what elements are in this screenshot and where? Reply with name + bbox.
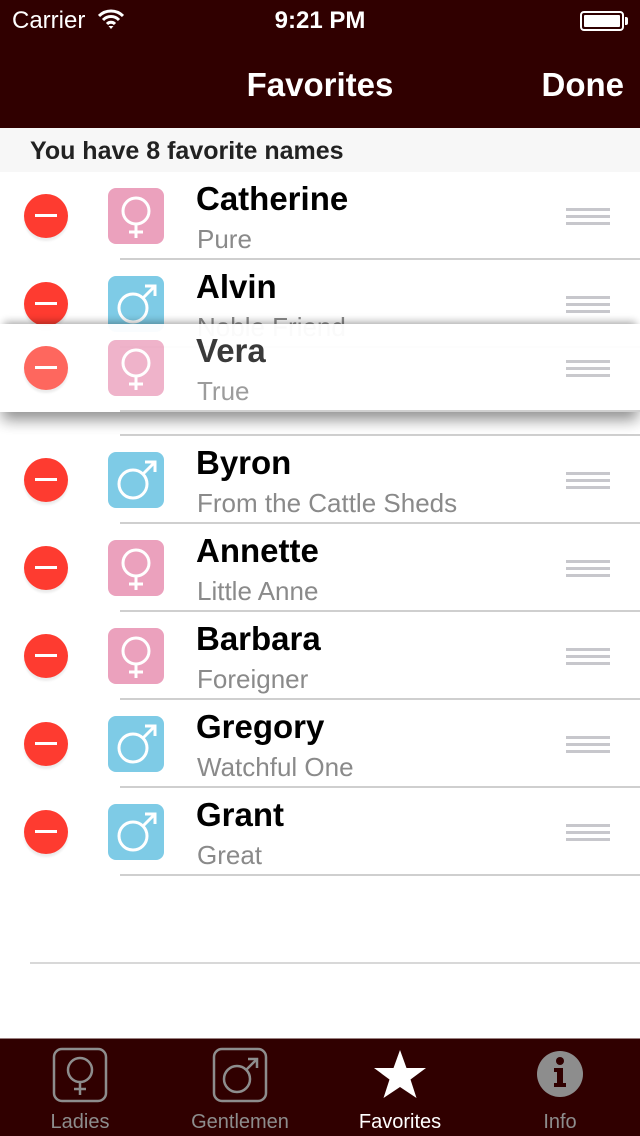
meaning-label: Little Anne xyxy=(197,576,319,606)
name-label: Alvin xyxy=(196,268,277,305)
reorder-handle-icon[interactable] xyxy=(566,296,610,314)
meaning-label: Pure xyxy=(197,224,252,254)
done-button[interactable]: Done xyxy=(542,66,625,104)
info-icon xyxy=(537,1051,583,1097)
list-item[interactable]: Grant Great xyxy=(0,788,640,876)
row-separator xyxy=(120,874,640,876)
list-item[interactable]: Byron From the Cattle Sheds xyxy=(0,436,640,524)
delete-button[interactable] xyxy=(24,282,68,326)
list-item[interactable]: Gregory Watchful One xyxy=(0,700,640,788)
tab-info[interactable]: Info xyxy=(480,1039,640,1136)
section-header: You have 8 favorite names xyxy=(0,128,640,172)
favorites-count-label: You have 8 favorite names xyxy=(30,137,344,165)
list-item[interactable]: Annette Little Anne xyxy=(0,524,640,612)
male-symbol-icon xyxy=(108,452,164,508)
meaning-label: From the Cattle Sheds xyxy=(197,488,458,518)
reorder-handle-icon[interactable] xyxy=(566,736,610,754)
tab-label: Gentlemen xyxy=(191,1111,289,1133)
name-label: Gregory xyxy=(196,708,325,745)
delete-button[interactable] xyxy=(24,346,68,390)
star-icon xyxy=(374,1050,426,1098)
tab-ladies[interactable]: Ladies xyxy=(0,1039,160,1136)
name-label: Annette xyxy=(196,532,319,569)
clock: 9:21 PM xyxy=(274,7,366,34)
delete-button[interactable] xyxy=(24,810,68,854)
tab-label: Ladies xyxy=(50,1111,110,1133)
meaning-label: Watchful One xyxy=(197,752,354,782)
tab-gentlemen[interactable]: Gentlemen xyxy=(160,1039,320,1136)
meaning-label: Great xyxy=(197,840,263,870)
male-symbol-icon xyxy=(108,804,164,860)
name-label: Catherine xyxy=(196,180,349,217)
delete-button[interactable] xyxy=(24,634,68,678)
meaning-label: Foreigner xyxy=(197,664,309,694)
name-label: Byron xyxy=(196,444,292,481)
row-separator xyxy=(120,410,640,412)
divider xyxy=(30,962,640,964)
tab-label: Info xyxy=(543,1111,577,1133)
reorder-handle-icon[interactable] xyxy=(566,648,610,666)
navigation-bar: Favorites Done xyxy=(0,40,640,128)
reorder-handle-icon[interactable] xyxy=(566,472,610,490)
name-label: Barbara xyxy=(196,620,321,657)
delete-button[interactable] xyxy=(24,546,68,590)
female-symbol-icon xyxy=(108,540,164,596)
status-bar: Carrier 9:21 PM xyxy=(0,0,640,40)
delete-button[interactable] xyxy=(24,194,68,238)
female-symbol-icon xyxy=(108,340,164,396)
row-separator xyxy=(120,434,640,436)
meaning-label: True xyxy=(197,376,250,406)
battery-icon xyxy=(580,11,628,31)
delete-button[interactable] xyxy=(24,458,68,502)
tab-label: Favorites xyxy=(358,1111,442,1133)
reorder-handle-icon[interactable] xyxy=(566,560,610,578)
delete-button[interactable] xyxy=(24,722,68,766)
male-symbol-icon xyxy=(212,1047,268,1103)
reorder-handle-icon[interactable] xyxy=(566,360,610,378)
female-symbol-icon xyxy=(52,1047,108,1103)
name-label: Grant xyxy=(196,796,285,833)
female-symbol-icon xyxy=(108,188,164,244)
tab-bar: Ladies Gentlemen Favorites Info xyxy=(0,1038,640,1136)
reorder-handle-icon[interactable] xyxy=(566,208,610,226)
list-item[interactable]: Vera True xyxy=(0,324,640,412)
reorder-handle-icon[interactable] xyxy=(566,824,610,842)
female-symbol-icon xyxy=(108,628,164,684)
name-label: Vera xyxy=(196,332,266,369)
list-item[interactable]: Catherine Pure xyxy=(0,172,640,260)
tab-favorites[interactable]: Favorites xyxy=(320,1039,480,1136)
male-symbol-icon xyxy=(108,716,164,772)
list-item[interactable]: Barbara Foreigner xyxy=(0,612,640,700)
